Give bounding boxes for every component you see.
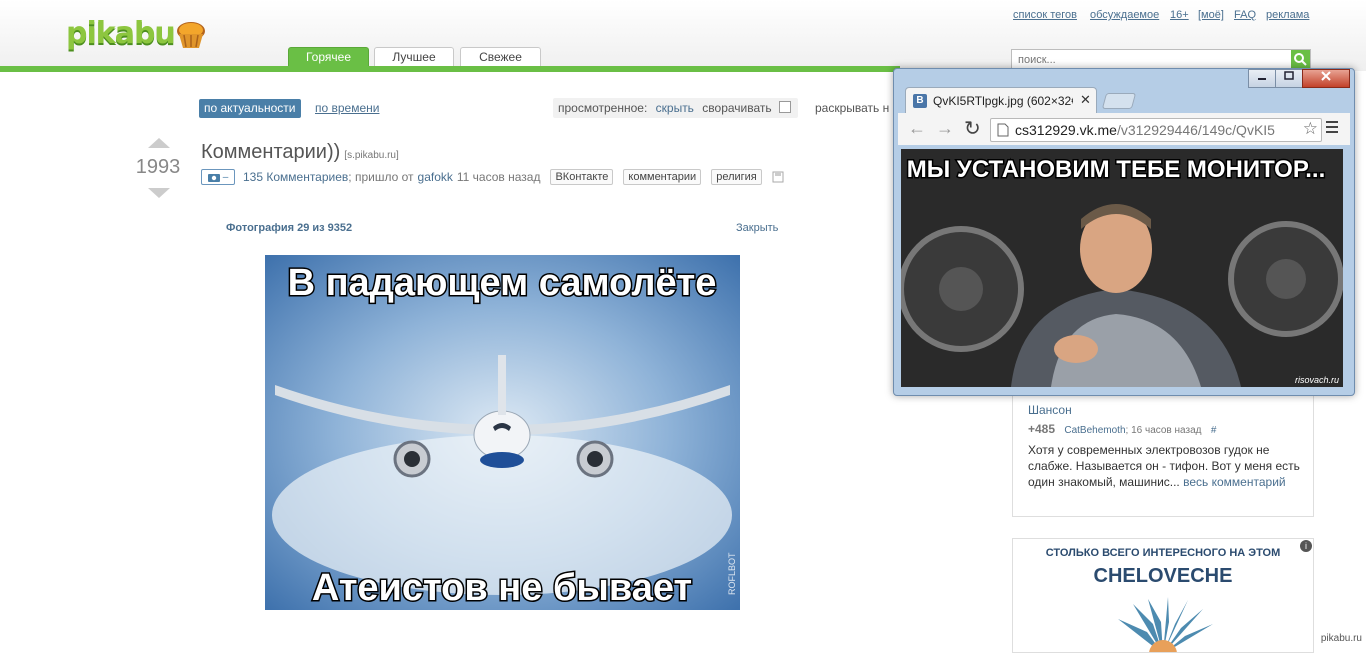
photo-toggle-label: –: [222, 171, 229, 183]
muffin-logo-icon: [177, 22, 205, 48]
post-image: В падающем самолёте Атеистов не бывает R…: [265, 255, 740, 610]
comment-more-link[interactable]: весь комментарий: [1183, 475, 1285, 489]
hide-viewed-link[interactable]: скрыть: [656, 101, 694, 115]
tab-title: QvKI5RTlpgk.jpg (602×32€: [933, 94, 1073, 108]
popup-image: МЫ УСТАНОВИМ ТЕБЕ МОНИТОР... risovach.ru: [901, 149, 1343, 387]
monitor-meme-image: МЫ УСТАНОВИМ ТЕБЕ МОНИТОР... risovach.ru: [901, 149, 1343, 387]
post-title-text[interactable]: Комментарии)): [201, 141, 340, 163]
top-link-ads[interactable]: реклама: [1266, 9, 1309, 21]
tab-best[interactable]: Лучшее: [374, 47, 454, 67]
top-link-discussed[interactable]: обсуждаемое: [1090, 9, 1159, 21]
camera-icon: [207, 174, 220, 182]
maximize-icon: [1284, 71, 1294, 80]
address-bar[interactable]: cs312929.vk.me/v312929446/149c/QvKI5 ☆: [990, 118, 1322, 142]
ad-mascot-image: [1118, 597, 1213, 652]
site-logo[interactable]: pikabu: [66, 16, 176, 56]
comment-permalink[interactable]: #: [1211, 425, 1217, 436]
comment-time: ; 16 часов назад: [1125, 425, 1202, 436]
new-tab-button[interactable]: [1101, 93, 1137, 109]
url-path: /v312929446/149c/QvKI5: [1116, 122, 1275, 138]
close-window-button[interactable]: [1302, 69, 1350, 88]
top-link-16plus[interactable]: 16+: [1170, 9, 1189, 21]
save-icon[interactable]: [772, 171, 784, 183]
tag-vkontakte[interactable]: ВКонтакте: [550, 169, 614, 185]
post-source: [s.pikabu.ru]: [344, 150, 399, 161]
post-meta: – 135 Комментариев ; пришло от gafokk 11…: [201, 169, 784, 185]
comment-user[interactable]: CatBehemoth: [1064, 425, 1125, 436]
post-title[interactable]: Комментарии)) [s.pikabu.ru]: [201, 141, 399, 164]
tab-fresh[interactable]: Свежее: [460, 47, 541, 67]
collapse-checkbox[interactable]: [778, 101, 791, 113]
tag-religion[interactable]: религия: [711, 169, 762, 185]
minimize-button[interactable]: [1248, 69, 1276, 88]
close-icon: [1321, 71, 1331, 81]
browser-tab[interactable]: B QvKI5RTlpgk.jpg (602×32€ ✕: [905, 87, 1097, 115]
reload-icon[interactable]: ↻: [964, 116, 981, 141]
popup-browser-window[interactable]: B QvKI5RTlpgk.jpg (602×32€ ✕ ← → ↻ cs312…: [893, 68, 1355, 396]
vote-up-icon[interactable]: [148, 138, 170, 148]
menu-icon[interactable]: [1326, 119, 1338, 136]
author-link[interactable]: gafokk: [418, 170, 453, 184]
search-input[interactable]: [1012, 50, 1284, 70]
sidebar-comment-card: Шансон +485 CatBehemoth; 16 часов назад …: [1012, 385, 1314, 517]
search-box: [1011, 49, 1311, 70]
top-link-tags[interactable]: список тегов: [1013, 9, 1077, 21]
maximize-button[interactable]: [1275, 69, 1303, 88]
vote-down-icon[interactable]: [148, 188, 170, 198]
bookmark-star-icon[interactable]: ☆: [1303, 119, 1318, 139]
comment-text: Хотя у современных электровозов гудок не…: [1028, 442, 1303, 490]
tag-comments[interactable]: комментарии: [623, 169, 702, 185]
sort-by-time-link[interactable]: по времени: [315, 101, 379, 115]
top-link-mine[interactable]: [моё]: [1198, 9, 1224, 21]
ad-info-icon[interactable]: i: [1300, 540, 1312, 552]
advertisement[interactable]: СТОЛЬКО ВСЕГО ИНТЕРЕСНОГО НА ЭТОМ CHELOV…: [1012, 538, 1314, 653]
search-button[interactable]: [1291, 50, 1310, 69]
page-icon: [997, 123, 1009, 137]
post-rating: 1993: [135, 156, 181, 178]
vk-favicon-icon: B: [913, 94, 927, 108]
collapse-label: сворачивать: [702, 101, 772, 115]
url-host: cs312929.vk.me: [1015, 122, 1117, 138]
popup-meme-text: МЫ УСТАНОВИМ ТЕБЕ МОНИТОР...: [907, 156, 1326, 183]
photo-close-link[interactable]: Закрыть: [736, 222, 778, 234]
airplane-meme-image: В падающем самолёте Атеистов не бывает R…: [265, 255, 740, 610]
post-time: 11 часов назад: [456, 170, 541, 184]
viewed-settings: просмотренное: скрыть сворачивать: [553, 98, 798, 118]
posted-text: ; пришло от: [348, 170, 414, 184]
footer-watermark: pikabu.ru: [1320, 633, 1362, 644]
forward-icon[interactable]: →: [936, 118, 954, 139]
back-icon[interactable]: ←: [908, 118, 926, 139]
tab-close-icon[interactable]: ✕: [1080, 92, 1091, 108]
viewed-label: просмотренное:: [558, 101, 648, 115]
sidebar-comment-meta: +485 CatBehemoth; 16 часов назад #: [1028, 422, 1216, 436]
meme-top-text: В падающем самолёте: [288, 262, 717, 304]
comments-link[interactable]: 135 Комментариев: [243, 170, 348, 184]
search-icon: [1294, 53, 1307, 66]
photo-counter: Фотография 29 из 9352: [226, 222, 353, 234]
photo-toggle-button[interactable]: –: [201, 169, 235, 185]
popup-meme-watermark: risovach.ru: [1295, 375, 1339, 385]
sort-by-relevance-button[interactable]: по актуальности: [199, 99, 301, 118]
browser-toolbar: ← → ↻ cs312929.vk.me/v312929446/149c/QvK…: [898, 113, 1350, 145]
address-text: cs312929.vk.me/v312929446/149c/QvKI5: [1015, 122, 1295, 138]
minimize-icon: [1258, 78, 1266, 80]
comment-score: +485: [1028, 422, 1056, 436]
top-link-faq[interactable]: FAQ: [1234, 9, 1256, 21]
expand-label: раскрывать н: [815, 101, 890, 115]
meme-bottom-text: Атеистов не бывает: [312, 567, 692, 609]
ad-line2: CHELOVECHE: [1093, 565, 1233, 587]
ad-line1: СТОЛЬКО ВСЕГО ИНТЕРЕСНОГО НА ЭТОМ: [1045, 547, 1281, 559]
sidebar-post-link[interactable]: Шансон: [1028, 403, 1072, 417]
header-divider: [0, 66, 900, 72]
meme-watermark: ROFLBOT: [727, 552, 737, 595]
tab-hot[interactable]: Горячее: [288, 47, 369, 67]
